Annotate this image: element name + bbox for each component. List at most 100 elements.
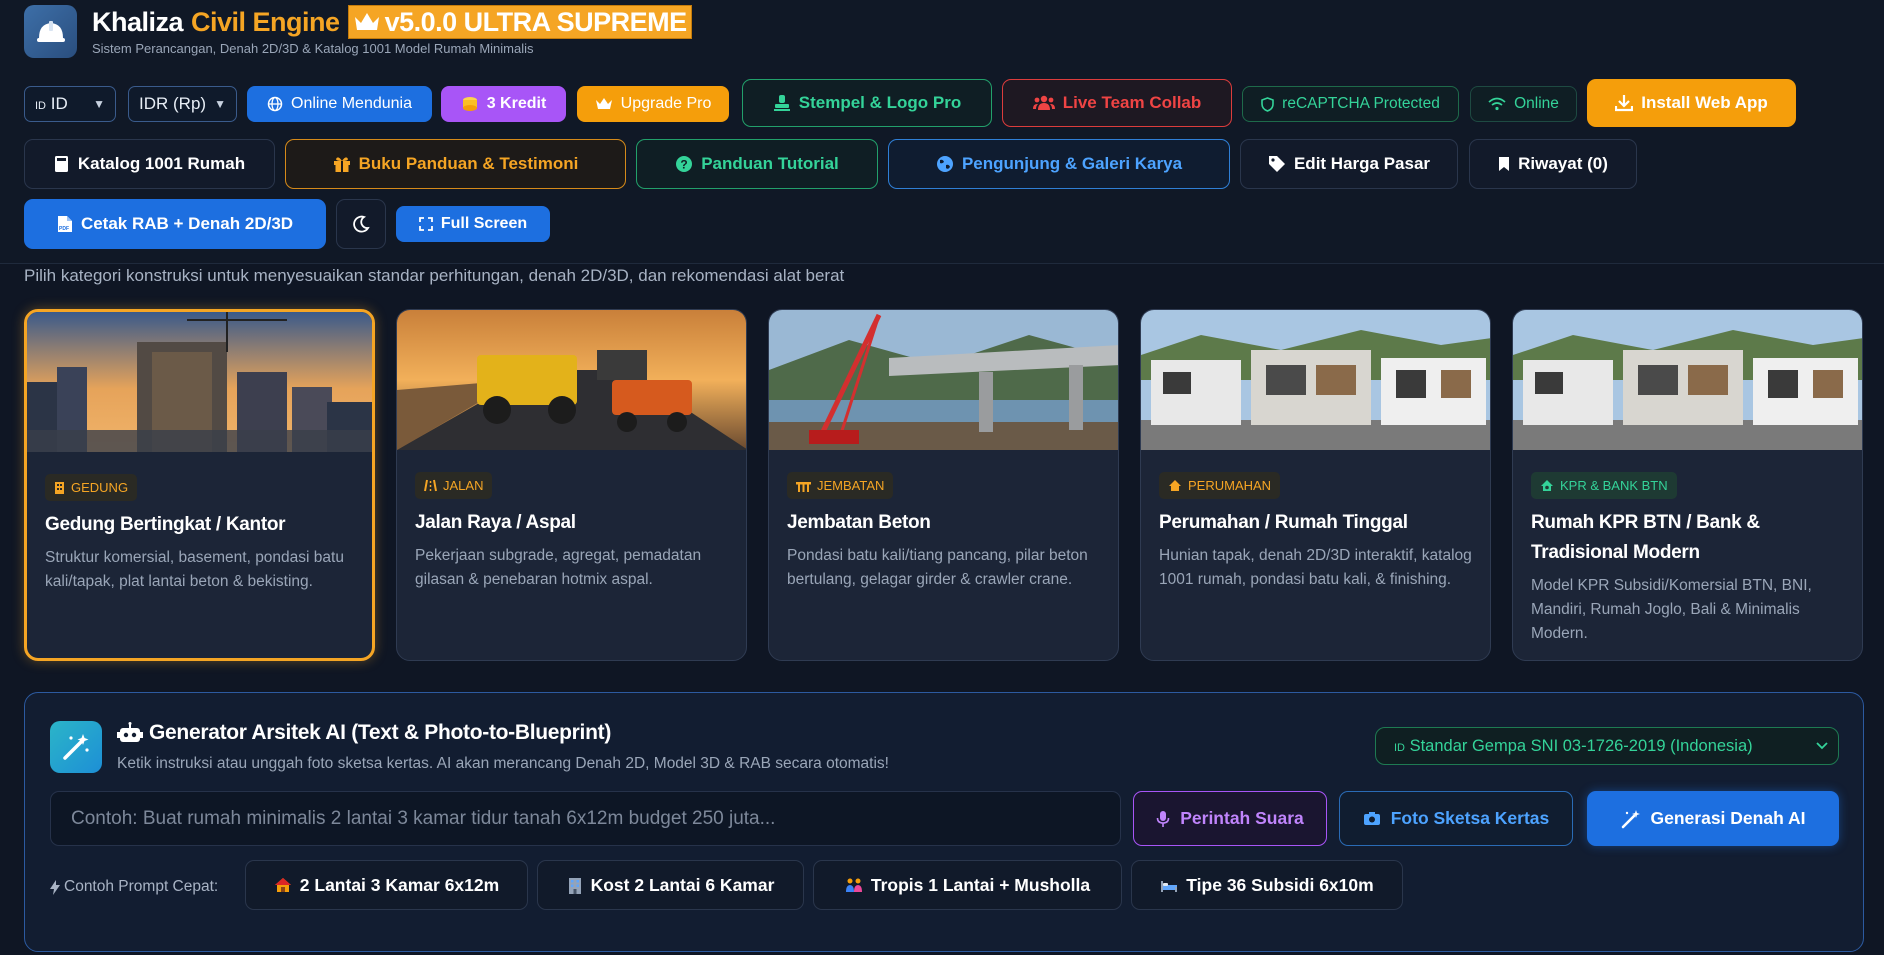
recaptcha-badge: reCAPTCHA Protected — [1242, 86, 1459, 122]
tag-icon — [1268, 155, 1286, 173]
svg-text:PDF: PDF — [59, 226, 69, 232]
category-tag-label: GEDUNG — [71, 480, 129, 495]
currency-select[interactable]: IDR (Rp) ▼ — [128, 86, 237, 122]
upgrade-pro-label: Upgrade Pro — [620, 95, 712, 112]
chevron-down-icon: ▼ — [93, 97, 105, 111]
credits-button[interactable]: 3 Kredit — [441, 86, 566, 122]
crown-icon — [353, 11, 381, 33]
tutorial-label: Panduan Tutorial — [701, 154, 839, 173]
category-tag: KPR & BANK BTN — [1531, 472, 1677, 499]
chevron-down-icon — [1816, 742, 1828, 750]
quick-prompt-chip-label: Tropis 1 Lantai + Musholla — [870, 874, 1091, 895]
quick-prompt-chip-label: 2 Lantai 3 Kamar 6x12m — [299, 874, 500, 895]
pdf-file-icon: PDF — [57, 215, 73, 233]
standard-flag: ID — [1394, 741, 1405, 754]
ai-prompt-input[interactable] — [50, 791, 1121, 846]
generate-ai-floorplan-label: Generasi Denah AI — [1650, 808, 1806, 828]
quick-prompt-chip[interactable]: Tropis 1 Lantai + Musholla — [813, 860, 1122, 910]
quick-prompt-label-text: Contoh Prompt Cepat: — [64, 878, 219, 895]
chevron-down-icon: ▼ — [214, 97, 226, 111]
credits-label: 3 Kredit — [486, 95, 547, 112]
dark-mode-toggle[interactable] — [336, 199, 386, 249]
category-card-gedung[interactable]: GEDUNG Gedung Bertingkat / Kantor Strukt… — [24, 309, 375, 661]
category-card-perumahan[interactable]: PERUMAHAN Perumahan / Rumah Tinggal Huni… — [1140, 309, 1491, 661]
catalog-label: Katalog 1001 Rumah — [77, 154, 246, 173]
guide-book-label: Buku Panduan & Testimoni — [358, 154, 579, 173]
voice-command-button[interactable]: Perintah Suara — [1133, 791, 1327, 846]
catalog-button[interactable]: Katalog 1001 Rumah — [24, 139, 275, 189]
housing-image — [1141, 310, 1490, 450]
moon-icon — [352, 215, 370, 233]
kpr-housing-image — [1513, 310, 1862, 450]
category-tag: JALAN — [415, 472, 493, 499]
online-status-label: Online — [1514, 95, 1559, 112]
quick-prompt-chip[interactable]: Tipe 36 Subsidi 6x10m — [1131, 860, 1403, 910]
app-title-part2: Civil Engine — [191, 6, 340, 37]
category-title: Rumah KPR BTN / Bank & Tradisional Moder… — [1531, 512, 1760, 563]
download-icon — [1615, 94, 1634, 112]
print-rab-button[interactable]: PDF Cetak RAB + Denah 2D/3D — [24, 199, 326, 249]
crown-icon — [595, 97, 613, 111]
category-desc: Hunian tapak, denah 2D/3D interaktif, ka… — [1159, 547, 1472, 588]
question-circle-icon: ? — [675, 155, 693, 173]
quick-prompt-label: Contoh Prompt Cepat: — [50, 878, 218, 896]
install-web-app-label: Install Web App — [1641, 93, 1768, 112]
bridge-construction-image — [769, 310, 1118, 450]
camera-icon — [1363, 811, 1381, 826]
category-desc: Pekerjaan subgrade, agregat, pemadatan g… — [415, 547, 702, 588]
ai-generator-panel: Generator Arsitek AI (Text & Photo-to-Bl… — [24, 692, 1864, 952]
install-web-app-button[interactable]: Install Web App — [1587, 79, 1796, 127]
city-skyline-image — [27, 312, 372, 452]
photo-sketch-button[interactable]: Foto Sketsa Kertas — [1339, 791, 1573, 846]
recaptcha-label: reCAPTCHA Protected — [1282, 95, 1440, 112]
history-button[interactable]: Riwayat (0) — [1469, 139, 1637, 189]
quick-prompt-chip[interactable]: Kost 2 Lantai 6 Kamar — [537, 860, 804, 910]
ai-generator-title-label: Generator Arsitek AI (Text & Photo-to-Bl… — [149, 721, 612, 744]
category-desc: Pondasi batu kali/tiang pancang, pilar b… — [787, 547, 1088, 588]
users-icon — [1032, 95, 1055, 111]
language-flag: ID — [35, 100, 46, 112]
category-card-jalan[interactable]: JALAN Jalan Raya / Aspal Pekerjaan subgr… — [396, 309, 747, 661]
category-tag-label: JEMBATAN — [817, 478, 885, 493]
category-tag-label: KPR & BANK BTN — [1560, 478, 1668, 493]
quick-prompt-chip-label: Tipe 36 Subsidi 6x10m — [1186, 874, 1374, 895]
currency-value: IDR (Rp) — [139, 94, 207, 113]
bridge-icon — [796, 480, 811, 492]
live-collab-button[interactable]: Live Team Collab — [1002, 79, 1232, 127]
category-title: Gedung Bertingkat / Kantor — [45, 514, 286, 535]
standard-value: Standar Gempa SNI 03-1726-2019 (Indonesi… — [1409, 736, 1753, 755]
fullscreen-button[interactable]: Full Screen — [396, 206, 550, 242]
ai-generator-title: Generator Arsitek AI (Text & Photo-to-Bl… — [117, 721, 611, 745]
tutorial-button[interactable]: ? Panduan Tutorial — [636, 139, 878, 189]
category-title: Perumahan / Rumah Tinggal — [1159, 512, 1408, 533]
road-construction-image — [397, 310, 746, 450]
stamp-logo-label: Stempel & Logo Pro — [798, 93, 962, 112]
app-title-part1: Khaliza — [92, 6, 184, 37]
fullscreen-label: Full Screen — [440, 215, 528, 232]
edit-prices-button[interactable]: Edit Harga Pasar — [1240, 139, 1458, 189]
bookmark-icon — [1498, 156, 1510, 172]
globe-icon — [936, 155, 954, 173]
quick-prompt-chip[interactable]: 2 Lantai 3 Kamar 6x12m — [245, 860, 528, 910]
house-money-icon — [1540, 479, 1554, 492]
category-tag-label: JALAN — [443, 478, 484, 493]
road-icon — [424, 479, 437, 492]
helmet-logo-icon — [24, 5, 77, 58]
shield-icon — [1261, 96, 1274, 112]
live-collab-label: Live Team Collab — [1062, 93, 1202, 112]
seismic-standard-select[interactable]: ID Standar Gempa SNI 03-1726-2019 (Indon… — [1375, 727, 1839, 765]
online-worldwide-button[interactable]: Online Mendunia — [247, 86, 432, 122]
generate-ai-floorplan-button[interactable]: Generasi Denah AI — [1587, 791, 1839, 846]
category-title: Jalan Raya / Aspal — [415, 512, 576, 533]
visitors-gallery-button[interactable]: Pengunjung & Galeri Karya — [888, 139, 1230, 189]
category-description: Pilih kategori konstruksi untuk menyesua… — [24, 266, 845, 285]
expand-icon — [418, 217, 433, 231]
stamp-logo-button[interactable]: Stempel & Logo Pro — [742, 79, 992, 127]
upgrade-pro-button[interactable]: Upgrade Pro — [577, 86, 729, 122]
language-select[interactable]: ID ID ▼ — [24, 86, 116, 122]
category-card-kpr[interactable]: KPR & BANK BTN Rumah KPR BTN / Bank & Tr… — [1512, 309, 1863, 661]
category-tag-label: PERUMAHAN — [1188, 478, 1272, 493]
category-card-jembatan[interactable]: JEMBATAN Jembatan Beton Pondasi batu kal… — [768, 309, 1119, 661]
ai-generator-subtitle: Ketik instruksi atau unggah foto sketsa … — [117, 755, 889, 772]
guide-book-button[interactable]: Buku Panduan & Testimoni — [285, 139, 626, 189]
